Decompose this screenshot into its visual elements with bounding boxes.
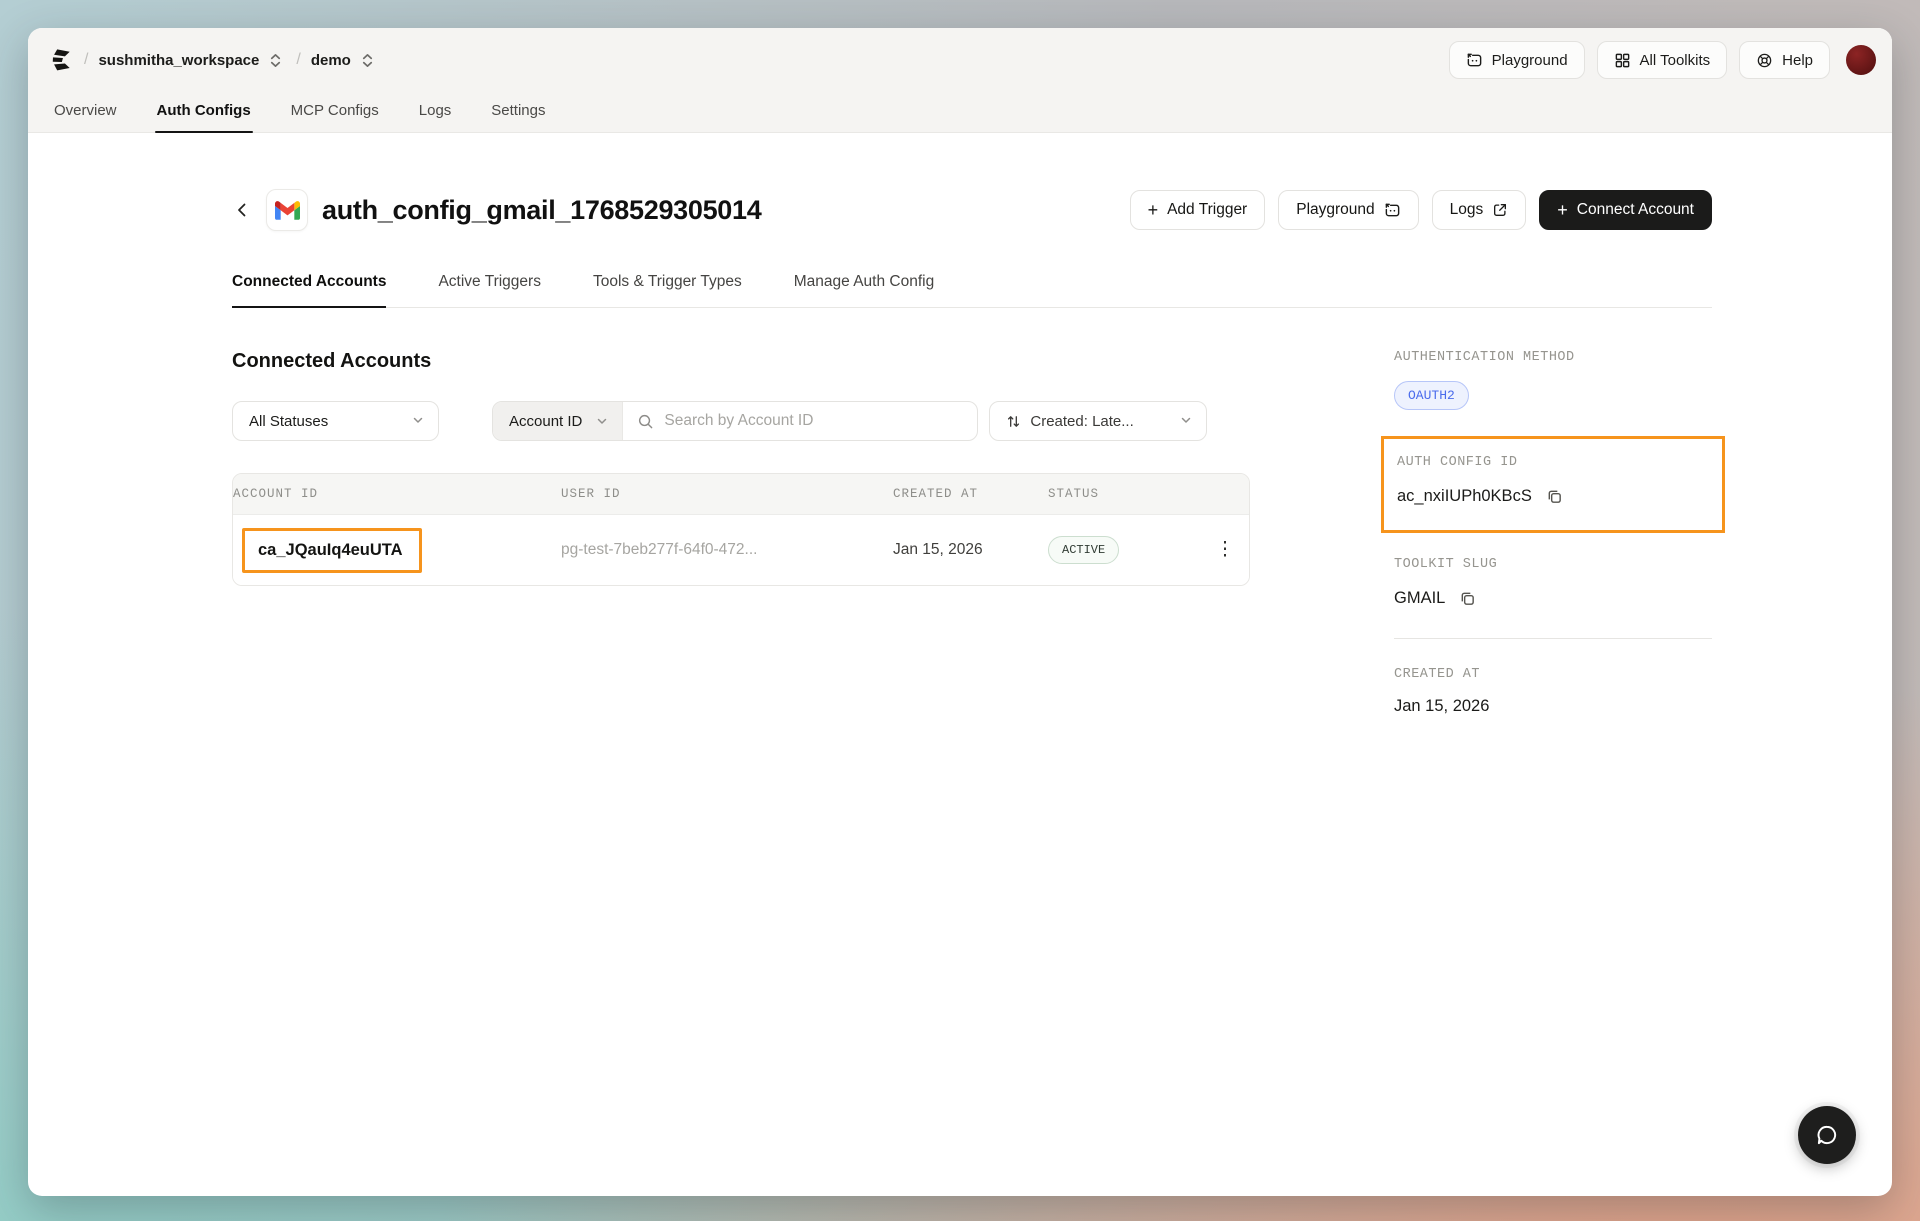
help-button-label: Help bbox=[1782, 52, 1813, 69]
plus-icon: + bbox=[1148, 201, 1159, 219]
search-input-wrap bbox=[623, 402, 977, 440]
col-header-account-id: ACCOUNT ID bbox=[233, 474, 561, 514]
subtab-manage-auth-config[interactable]: Manage Auth Config bbox=[794, 273, 934, 307]
connect-account-button[interactable]: + Connect Account bbox=[1539, 190, 1712, 230]
auth-config-id-highlight: AUTH CONFIG ID ac_nxiIUPh0KBcS bbox=[1381, 436, 1725, 533]
breadcrumb-separator: / bbox=[84, 51, 88, 69]
all-toolkits-button[interactable]: All Toolkits bbox=[1597, 41, 1728, 79]
logs-label: Logs bbox=[1450, 201, 1484, 219]
subtab-active-triggers[interactable]: Active Triggers bbox=[438, 273, 541, 307]
copy-icon[interactable] bbox=[1459, 590, 1476, 607]
col-header-user-id: USER ID bbox=[561, 474, 893, 514]
search-field-dropdown[interactable]: Account ID bbox=[493, 402, 623, 440]
chevron-down-icon bbox=[412, 413, 424, 430]
add-trigger-button[interactable]: + Add Trigger bbox=[1130, 190, 1266, 230]
auth-method-label: AUTHENTICATION METHOD bbox=[1394, 350, 1712, 365]
auth-config-details-panel: AUTHENTICATION METHOD OAUTH2 AUTH CONFIG… bbox=[1394, 350, 1712, 716]
created-at-cell: Jan 15, 2026 bbox=[893, 541, 1048, 559]
divider bbox=[1394, 638, 1712, 639]
copy-icon[interactable] bbox=[1546, 488, 1563, 505]
connected-accounts-panel: Connected Accounts All Statuses Account … bbox=[232, 350, 1250, 716]
sort-arrows-icon bbox=[1006, 414, 1021, 429]
user-avatar[interactable] bbox=[1846, 45, 1876, 75]
lifebuoy-icon bbox=[1756, 52, 1773, 69]
page-title: auth_config_gmail_1768529305014 bbox=[322, 195, 761, 226]
gmail-toolkit-icon bbox=[266, 189, 308, 231]
breadcrumb-separator: / bbox=[296, 51, 300, 69]
tab-settings[interactable]: Settings bbox=[489, 92, 547, 132]
user-id-cell: pg-test-7beb277f-64f0-472... bbox=[561, 541, 893, 559]
subtab-connected-accounts[interactable]: Connected Accounts bbox=[232, 273, 386, 307]
filter-row: All Statuses Account ID bbox=[232, 401, 1250, 441]
page-title-row: auth_config_gmail_1768529305014 + Add Tr… bbox=[232, 189, 1712, 231]
table-row[interactable]: ca_JQauIq4euUTA pg-test-7beb277f-64f0-47… bbox=[233, 515, 1249, 585]
accounts-table: ACCOUNT ID USER ID CREATED AT STATUS ca_… bbox=[232, 473, 1250, 586]
col-header-status: STATUS bbox=[1048, 474, 1201, 514]
connect-account-label: Connect Account bbox=[1577, 201, 1694, 219]
chat-support-button[interactable] bbox=[1798, 1106, 1856, 1164]
status-badge: ACTIVE bbox=[1048, 536, 1119, 564]
section-heading: Connected Accounts bbox=[232, 350, 1250, 373]
app-header: / sushmitha_workspace / demo bbox=[28, 28, 1892, 133]
page-content: auth_config_gmail_1768529305014 + Add Tr… bbox=[28, 133, 1892, 716]
toolkit-slug-label: TOOLKIT SLUG bbox=[1394, 557, 1712, 572]
external-link-icon bbox=[1492, 202, 1508, 218]
composio-logo-icon[interactable] bbox=[48, 47, 74, 73]
tab-auth-configs[interactable]: Auth Configs bbox=[155, 92, 253, 132]
title-actions: + Add Trigger Playground L bbox=[1130, 190, 1712, 230]
status-filter-dropdown[interactable]: All Statuses bbox=[232, 401, 439, 441]
playground-button[interactable]: Playground bbox=[1449, 41, 1585, 79]
search-field-value: Account ID bbox=[509, 413, 582, 430]
playground-icon bbox=[1466, 52, 1483, 69]
table-header-row: ACCOUNT ID USER ID CREATED AT STATUS bbox=[233, 474, 1249, 515]
topbar: / sushmitha_workspace / demo bbox=[28, 28, 1892, 92]
playground-open-label: Playground bbox=[1296, 201, 1374, 219]
tab-overview[interactable]: Overview bbox=[52, 92, 119, 132]
back-button[interactable] bbox=[232, 200, 252, 220]
tab-mcp-configs[interactable]: MCP Configs bbox=[289, 92, 381, 132]
col-header-created-at: CREATED AT bbox=[893, 474, 1048, 514]
chevron-down-icon bbox=[1180, 413, 1192, 430]
grid-icon bbox=[1614, 52, 1631, 69]
detail-sub-tabs: Connected Accounts Active Triggers Tools… bbox=[232, 273, 1712, 308]
auth-config-id-value: ac_nxiIUPh0KBcS bbox=[1397, 487, 1532, 506]
project-switcher-icon[interactable] bbox=[361, 53, 374, 68]
created-at-label: CREATED AT bbox=[1394, 667, 1712, 682]
playground-open-button[interactable]: Playground bbox=[1278, 190, 1418, 230]
account-search-group: Account ID bbox=[492, 401, 978, 441]
plus-icon: + bbox=[1557, 201, 1568, 219]
sort-dropdown[interactable]: Created: Late... bbox=[989, 401, 1207, 441]
topbar-actions: Playground All Toolkits bbox=[1449, 41, 1876, 79]
tab-logs[interactable]: Logs bbox=[417, 92, 454, 132]
toolkit-slug-value: GMAIL bbox=[1394, 589, 1445, 608]
search-icon bbox=[637, 413, 654, 430]
breadcrumb-project[interactable]: demo bbox=[311, 52, 351, 69]
chevron-down-icon bbox=[596, 415, 608, 427]
subtab-tools-trigger-types[interactable]: Tools & Trigger Types bbox=[593, 273, 742, 307]
auth-method-badge: OAUTH2 bbox=[1394, 381, 1469, 410]
main-nav-tabs: Overview Auth Configs MCP Configs Logs S… bbox=[28, 92, 1892, 132]
breadcrumb-workspace[interactable]: sushmitha_workspace bbox=[98, 52, 259, 69]
status-filter-value: All Statuses bbox=[249, 413, 328, 430]
help-button[interactable]: Help bbox=[1739, 41, 1830, 79]
account-id-highlight: ca_JQauIq4euUTA bbox=[242, 528, 422, 573]
row-menu-button[interactable]: ⋮ bbox=[1201, 545, 1249, 555]
app-window: / sushmitha_workspace / demo bbox=[28, 28, 1892, 1196]
search-input[interactable] bbox=[664, 412, 963, 430]
playground-button-label: Playground bbox=[1492, 52, 1568, 69]
sort-value: Created: Late... bbox=[1030, 413, 1133, 430]
all-toolkits-button-label: All Toolkits bbox=[1640, 52, 1711, 69]
auth-config-id-label: AUTH CONFIG ID bbox=[1397, 455, 1709, 470]
chat-bubble-icon bbox=[1814, 1122, 1840, 1148]
workspace-switcher-icon[interactable] bbox=[269, 53, 282, 68]
created-at-value: Jan 15, 2026 bbox=[1394, 697, 1489, 716]
logs-button[interactable]: Logs bbox=[1432, 190, 1527, 230]
add-trigger-label: Add Trigger bbox=[1167, 201, 1247, 219]
playground-icon bbox=[1384, 202, 1401, 219]
